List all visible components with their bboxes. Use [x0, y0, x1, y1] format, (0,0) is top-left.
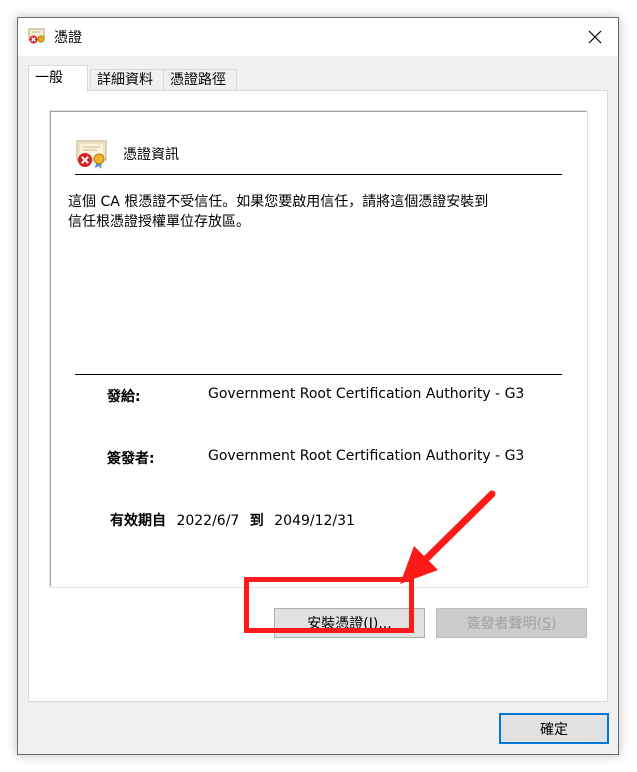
general-tab-panel: 憑證資訊 這個 CA 根憑證不受信任。如果您要啟用信任，請將這個憑證安裝到 信任…: [28, 90, 608, 702]
tab-certification-path-label: 憑證路徑: [170, 72, 226, 88]
valid-from-label: 有效期自: [110, 513, 166, 529]
trust-warning-line2: 信任根憑證授權單位存放區。: [68, 214, 250, 230]
heading-divider: [75, 174, 562, 175]
valid-to-label: 到: [249, 513, 264, 529]
title-bar: 憑證: [18, 18, 618, 56]
certificate-error-icon: [76, 140, 107, 169]
details-divider: [75, 374, 562, 375]
certificate-info-box: 憑證資訊 這個 CA 根憑證不受信任。如果您要啟用信任，請將這個憑證安裝到 信任…: [49, 110, 588, 588]
ok-button-label: 確定: [540, 721, 568, 738]
tab-details-label: 詳細資料: [97, 72, 153, 88]
valid-to-date: 2049/12/31: [274, 513, 355, 529]
close-icon: [588, 30, 602, 44]
window-title: 憑證: [54, 30, 82, 46]
tab-general-label: 一般: [35, 70, 63, 86]
tab-general[interactable]: 一般: [28, 65, 88, 92]
issuer-statement-button: 簽發者聲明(S): [436, 608, 587, 638]
valid-from-date: 2022/6/7: [176, 513, 240, 529]
install-certificate-label: 安裝憑證(I)...: [307, 616, 392, 632]
ok-button[interactable]: 確定: [499, 713, 609, 744]
trust-warning-line1: 這個 CA 根憑證不受信任。如果您要啟用信任，請將這個憑證安裝到: [68, 194, 489, 210]
validity-period: 有效期自 2022/6/7 到 2049/12/31: [110, 510, 355, 530]
install-certificate-button[interactable]: 安裝憑證(I)...: [274, 608, 425, 638]
issued-to-label: 發給:: [107, 389, 141, 405]
certificate-error-icon: [28, 28, 45, 44]
issued-by-label: 簽發者:: [107, 451, 155, 467]
certificate-dialog: 憑證 一般 詳細資料 憑證路徑 憑證資訊 這個 CA 根憑證不受信任。如果您要啟…: [17, 17, 619, 755]
trust-warning-message: 這個 CA 根憑證不受信任。如果您要啟用信任，請將這個憑證安裝到 信任根憑證授權…: [68, 192, 538, 232]
issued-by-value: Government Root Certification Authority …: [208, 448, 525, 464]
issued-to-value: Government Root Certification Authority …: [208, 386, 525, 402]
issuer-statement-label: 簽發者聲明(S): [466, 616, 557, 632]
close-button[interactable]: [572, 18, 618, 56]
tab-certification-path[interactable]: 憑證路徑: [163, 69, 237, 91]
tab-details[interactable]: 詳細資料: [90, 69, 164, 91]
info-heading: 憑證資訊: [123, 147, 179, 163]
